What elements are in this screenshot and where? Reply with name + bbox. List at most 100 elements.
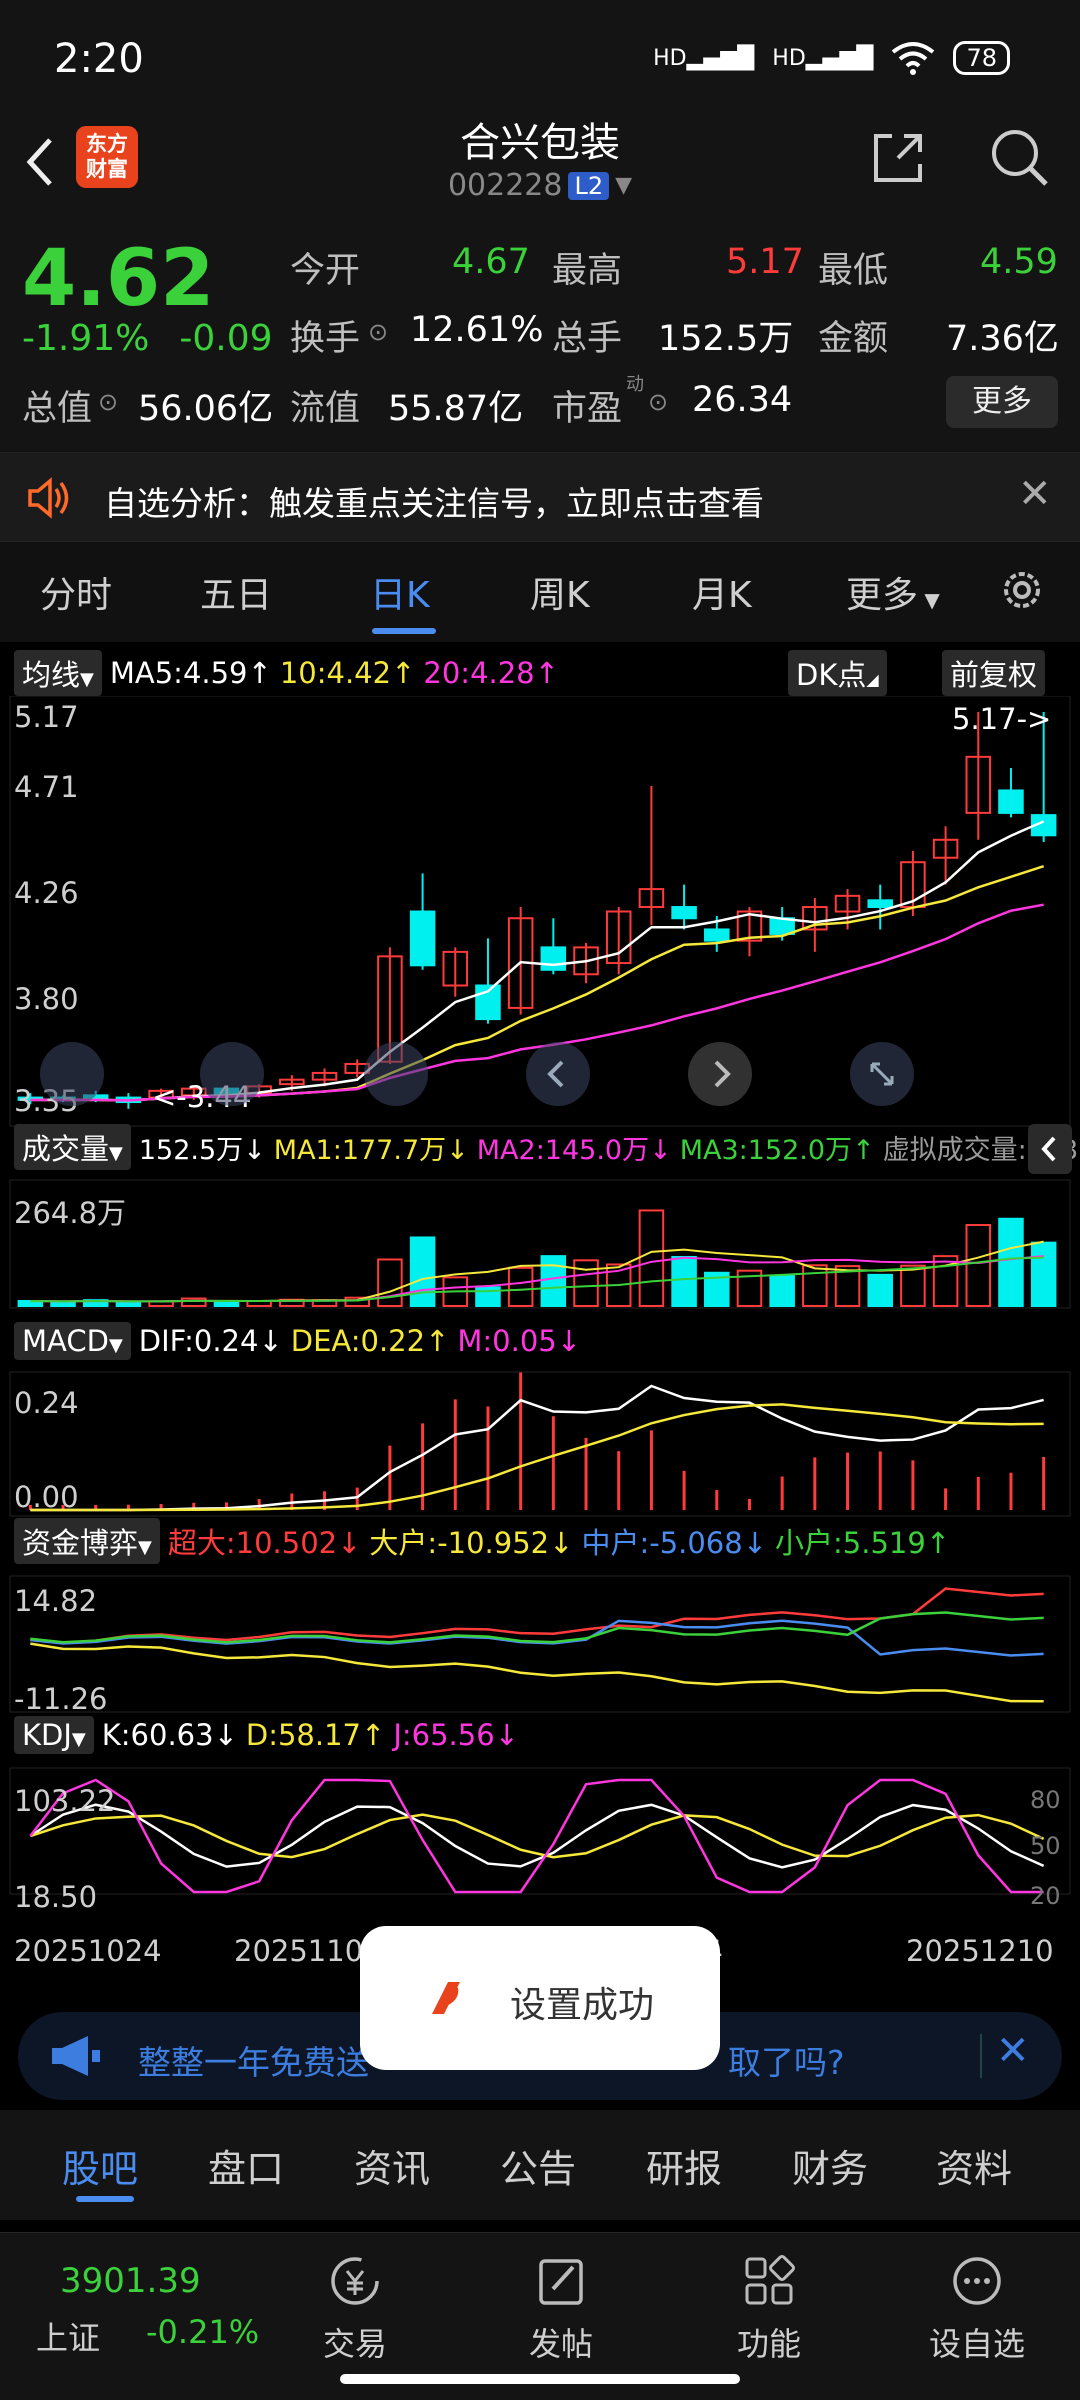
chart-control[interactable] xyxy=(40,1042,104,1106)
tab-intraday[interactable]: 分时 xyxy=(40,566,112,618)
status-icons: HD▂▄▆█ HD▂▄▆█ 78 xyxy=(653,40,1010,76)
tab-forum[interactable]: 股吧 xyxy=(62,2138,138,2193)
mktcap-value: 56.06亿 xyxy=(138,389,274,429)
chevron-left-icon xyxy=(547,1060,564,1088)
chart-control[interactable] xyxy=(200,1042,264,1106)
gear-icon[interactable] xyxy=(996,564,1048,616)
x-tick: 20251024 xyxy=(14,1934,162,1968)
period-tabs: 分时 五日 日K 周K 月K 更多 ▼ xyxy=(0,542,1080,642)
volume-bar xyxy=(507,1266,534,1307)
panel-frame xyxy=(9,1371,1071,1517)
tab-daily-k[interactable]: 日K xyxy=(370,566,430,618)
close-icon[interactable]: ✕ xyxy=(1018,471,1052,517)
nav-add-watch[interactable]: 设自选 xyxy=(912,2253,1042,2365)
adjust-button[interactable]: 前复权 xyxy=(942,650,1046,696)
index-change: -0.21% xyxy=(146,2313,260,2351)
macd-axis-top: 0.24 xyxy=(14,1386,79,1420)
back-button[interactable] xyxy=(20,132,80,192)
volume-bar xyxy=(409,1236,436,1307)
collapse-button[interactable] xyxy=(1028,1124,1072,1174)
tab-profile[interactable]: 资料 xyxy=(936,2138,1012,2193)
app-logo: 东方 财富 xyxy=(76,126,138,188)
max-marker: 5.17-> xyxy=(952,702,1052,736)
open-value: 4.67 xyxy=(452,242,530,282)
more-button[interactable]: 更多 xyxy=(946,376,1058,428)
volume-bar xyxy=(540,1255,567,1308)
scroll-right-button[interactable] xyxy=(688,1042,752,1106)
macd-axis-bottom: 0.00 xyxy=(14,1480,79,1514)
nav-label: 设自选 xyxy=(928,2325,1025,2363)
share-button[interactable] xyxy=(868,128,928,188)
index-value[interactable]: 3901.39 xyxy=(60,2261,201,2301)
ma-row: 均线▼ MA5:4.59↑ 10:4.42↑ 20:4.28↑ xyxy=(14,650,559,696)
scroll-left-button[interactable] xyxy=(526,1042,590,1106)
kdj-d: D:58.17↑ xyxy=(245,1718,386,1752)
kdj-k: K:60.63↓ xyxy=(101,1718,238,1752)
divider xyxy=(980,2034,982,2078)
kdj-selector[interactable]: KDJ▼ xyxy=(14,1716,94,1754)
logo-text: 东方 xyxy=(86,132,128,156)
macd-dea: DEA:0.22↑ xyxy=(290,1324,450,1358)
volume-bar xyxy=(671,1255,697,1307)
tab-underline xyxy=(76,2196,134,2202)
search-icon xyxy=(992,130,1048,186)
volume-bar xyxy=(769,1275,795,1308)
volume-selector[interactable]: 成交量▼ xyxy=(14,1124,131,1170)
candle-body xyxy=(704,928,730,942)
tab-news[interactable]: 资讯 xyxy=(354,2138,430,2193)
tab-more[interactable]: 更多 ▼ xyxy=(846,566,940,618)
turnover-value: 12.61% xyxy=(410,310,544,350)
tab-weekly-k[interactable]: 周K xyxy=(530,566,590,618)
kdj-line xyxy=(29,1803,1045,1869)
tab-five-day[interactable]: 五日 xyxy=(200,566,272,618)
nav-post[interactable]: 发帖 xyxy=(496,2253,626,2365)
ma-selector[interactable]: 均线▼ xyxy=(14,650,102,696)
tab-underline xyxy=(372,628,436,634)
vol-ma2: MA2:145.0万↓ xyxy=(476,1134,672,1166)
info-icon[interactable]: ⊙ xyxy=(368,318,388,346)
fund-small: 小户:5.519↑ xyxy=(775,1526,951,1560)
dk-button[interactable]: DK点◢ xyxy=(788,650,887,696)
app-mark-icon xyxy=(426,1974,466,2026)
vol-ma1: MA1:177.7万↓ xyxy=(273,1134,469,1166)
amount-label: 金额 xyxy=(818,319,889,359)
tab-order-book[interactable]: 盘口 xyxy=(208,2138,284,2193)
candle-body xyxy=(998,789,1024,814)
change-percent: -1.91% xyxy=(22,318,150,359)
level-badge: L2 xyxy=(568,171,610,200)
stock-code: 002228 xyxy=(447,168,563,203)
tab-announcements[interactable]: 公告 xyxy=(500,2138,576,2193)
fullscreen-button[interactable] xyxy=(850,1042,914,1106)
share-icon xyxy=(874,134,922,182)
macd-selector[interactable]: MACD▼ xyxy=(14,1322,131,1360)
chart-control[interactable] xyxy=(364,1042,428,1106)
fund-selector[interactable]: 资金博弈▼ xyxy=(14,1518,160,1564)
notice-bar[interactable]: 自选分析：触发重点关注信号，立即点击查看 ✕ xyxy=(0,452,1080,542)
low-value: 4.59 xyxy=(980,242,1058,282)
fund-row: 资金博弈▼ 超大:10.502↓ 大户:-10.952↓ 中户:-5.068↓ … xyxy=(14,1518,950,1564)
macd-dif-line xyxy=(30,1384,1044,1512)
tab-financials[interactable]: 财务 xyxy=(792,2138,868,2193)
expand-icon xyxy=(870,1062,894,1086)
info-icon[interactable]: ⊙ xyxy=(98,388,118,416)
search-button[interactable] xyxy=(988,126,1052,190)
close-icon[interactable]: ✕ xyxy=(996,2028,1030,2074)
toast: 设置成功 xyxy=(360,1926,720,2070)
nav-label: 发帖 xyxy=(528,2325,593,2363)
speaker-icon xyxy=(26,477,72,519)
macd-m: M:0.05↓ xyxy=(457,1324,582,1358)
info-icon[interactable]: ⊙ xyxy=(648,388,668,416)
chart-area[interactable]: 均线▼ MA5:4.59↑ 10:4.42↑ 20:4.28↑ DK点◢ 前复权… xyxy=(0,642,1080,1996)
index-name: 上证 xyxy=(36,2319,101,2357)
quote-panel: 4.62 -1.91% -0.09 今开 4.67 最高 5.17 最低 4.5… xyxy=(0,220,1080,452)
nav-functions[interactable]: 功能 xyxy=(704,2253,834,2365)
fund-super: 超大:10.502↓ xyxy=(167,1526,362,1560)
ma10-value: 10:4.42↑ xyxy=(279,656,416,690)
volume-bar xyxy=(1030,1241,1057,1308)
kdj-level-50: 50 xyxy=(1030,1832,1061,1860)
ma20-value: 20:4.28↑ xyxy=(423,656,559,690)
tab-monthly-k[interactable]: 月K xyxy=(692,566,752,618)
tab-research[interactable]: 研报 xyxy=(646,2138,722,2193)
high-value: 5.17 xyxy=(726,242,804,282)
nav-trade[interactable]: 交易 xyxy=(290,2253,420,2365)
